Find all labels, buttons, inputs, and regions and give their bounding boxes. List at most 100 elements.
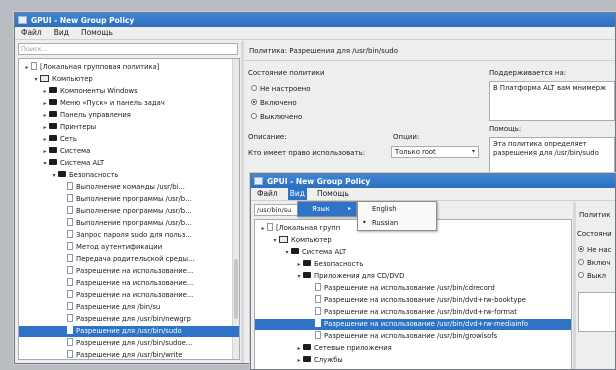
expand-right-icon[interactable]: ▸: [41, 146, 49, 157]
tree-row[interactable]: Разрешение на использование /usr/bin/dvd…: [255, 307, 571, 318]
radio-enabled[interactable]: [578, 259, 584, 265]
expand-down-icon[interactable]: ▾: [295, 271, 303, 282]
expand-right-icon[interactable]: ▸: [259, 223, 267, 234]
tree-row-label: Компьютер: [291, 236, 332, 244]
back-policy-tree[interactable]: ▸ [Локальная групповая политика] ▾ Компьюте…: [18, 58, 240, 360]
menu-view[interactable]: Вид: [52, 27, 71, 39]
back-state-not-configured[interactable]: Не настроено: [251, 85, 310, 93]
tree-row[interactable]: Разрешение на использование...: [19, 290, 239, 301]
tree-row[interactable]: ▾ Приложения для CD/DVD: [255, 271, 571, 282]
tree-row-label: Сетевые приложения: [314, 344, 392, 352]
expand-down-icon[interactable]: ▾: [41, 158, 49, 169]
expand-right-icon[interactable]: ▸: [41, 98, 49, 109]
tree-row[interactable]: ▾ Безопасность: [19, 170, 239, 181]
tree-row[interactable]: ▸ Компоненты Windows: [19, 86, 239, 97]
expand-right-icon[interactable]: ▸: [295, 355, 303, 366]
tree-row[interactable]: ▸ Меню «Пуск» и панель задач: [19, 98, 239, 109]
radio-not-configured[interactable]: [251, 85, 257, 91]
tree-row[interactable]: ▸ Сетевые приложения: [255, 343, 571, 354]
tree-row[interactable]: ▸ Принтеры: [19, 122, 239, 133]
menu-file[interactable]: Файл: [19, 27, 44, 39]
menu-file[interactable]: Файл: [255, 188, 280, 200]
tree-row[interactable]: Разрешение на использование...: [19, 278, 239, 289]
tree-row[interactable]: Разрешение на использование /usr/bin/gro…: [255, 331, 571, 342]
back-splitter[interactable]: [241, 41, 244, 363]
back-option-combo[interactable]: Только root ▾: [391, 146, 479, 158]
language-item-russian[interactable]: • Russian: [358, 216, 436, 230]
back-state-disabled[interactable]: Выключено: [251, 113, 302, 121]
tree-row-label: Компоненты Windows: [60, 87, 138, 95]
tree-row-label: Разрешение для /usr/bin/sudo: [76, 327, 182, 335]
tree-row[interactable]: Выполнение программы /usr/b...: [19, 206, 239, 217]
expand-right-icon[interactable]: ▸: [295, 343, 303, 354]
menu-help[interactable]: Помощь: [79, 27, 115, 39]
tree-row[interactable]: Разрешение для /usr/bin/write: [19, 350, 239, 359]
menu-view[interactable]: Вид: [287, 188, 307, 200]
expand-right-icon[interactable]: ▸: [41, 134, 49, 145]
expand-right-icon[interactable]: ▸: [23, 62, 31, 73]
policy-document-icon: [315, 307, 321, 315]
tree-row[interactable]: Выполнение программы /usr/b...: [19, 194, 239, 205]
menu-help[interactable]: Помощь: [315, 188, 351, 200]
tree-row[interactable]: Метод аутентификации: [19, 242, 239, 253]
back-window-titlebar[interactable]: GPUI - New Group Policy: [15, 13, 615, 27]
expand-down-icon[interactable]: ▾: [32, 74, 40, 85]
tree-row-label: Система ALT: [302, 248, 347, 256]
tree-row-label: Принтеры: [60, 123, 97, 131]
expand-right-icon[interactable]: ▸: [41, 122, 49, 133]
tree-row[interactable]: ▾ Компьютер: [19, 74, 239, 85]
expand-down-icon[interactable]: ▾: [283, 247, 291, 258]
front-window-titlebar[interactable]: GPUI - New Group Policy: [251, 174, 615, 188]
front-state-enabled[interactable]: Включ: [578, 259, 611, 267]
expand-down-icon[interactable]: ▾: [271, 235, 279, 246]
tree-row-selected[interactable]: Разрешение для /usr/bin/sudo: [19, 326, 239, 337]
tree-row[interactable]: Разрешение на использование /usr/bin/dvd…: [255, 295, 571, 306]
front-state-not-configured[interactable]: Не нас: [578, 246, 612, 254]
folder-icon: [303, 272, 311, 278]
language-item-english[interactable]: English: [358, 202, 436, 216]
radio-enabled[interactable]: [251, 99, 257, 105]
expand-right-icon[interactable]: ▸: [41, 110, 49, 121]
tree-row[interactable]: ▸ Безопасность: [255, 259, 571, 270]
tree-row[interactable]: ▸ Службы: [255, 355, 571, 366]
tree-row[interactable]: ▾ Система ALT: [19, 158, 239, 169]
tree-row[interactable]: ▸ Сеть: [19, 134, 239, 145]
front-policy-tree[interactable]: ▸ [Локальная групп ▾ Компьютер ▾ Система ALT ▸…: [254, 219, 572, 369]
front-splitter[interactable]: [573, 202, 576, 369]
tree-row-label: Разрешение на использование...: [76, 279, 194, 287]
tree-row[interactable]: Разрешение для /bin/su: [19, 302, 239, 313]
tree-row[interactable]: ▸ Система: [19, 146, 239, 157]
back-state-label: Состояние политики: [248, 69, 325, 77]
policy-document-icon: [267, 223, 273, 231]
expand-right-icon[interactable]: ▸: [41, 86, 49, 97]
tree-row-label: Система: [60, 147, 91, 155]
tree-row[interactable]: Выполнение команды /usr/bi...: [19, 182, 239, 193]
back-state-enabled[interactable]: Включено: [251, 99, 297, 107]
expand-right-icon[interactable]: ▸: [295, 259, 303, 270]
tree-row-label: [Локальная групп: [276, 224, 341, 232]
view-menu-item-language[interactable]: Язык ▸: [298, 202, 356, 216]
tree-row[interactable]: ▾ Система ALT: [255, 247, 571, 258]
back-help-box: Эта политика определяет разрешения для /…: [489, 137, 615, 177]
radio-disabled[interactable]: [251, 113, 257, 119]
tree-row[interactable]: Передача родительской среды...: [19, 254, 239, 265]
radio-not-configured[interactable]: [578, 246, 584, 252]
tree-row[interactable]: ▸ [Локальная групповая политика]: [19, 62, 239, 73]
tree-row-label: Службы: [314, 356, 343, 364]
back-filter-input[interactable]: Поиск...: [18, 43, 238, 55]
radio-disabled[interactable]: [578, 272, 584, 278]
tree-row[interactable]: Разрешение на использование...: [19, 266, 239, 277]
tree-row[interactable]: ▾ Компьютер: [255, 235, 571, 246]
folder-icon: [303, 260, 311, 266]
tree-row-selected[interactable]: Разрешение на использование /usr/bin/dvd…: [255, 319, 571, 330]
tree-row[interactable]: Разрешение на использование /usr/bin/cdr…: [255, 283, 571, 294]
tree-row[interactable]: Выполнение программы /usr/b...: [19, 218, 239, 229]
tree-row[interactable]: Разрешение для /usr/bin/newgrp: [19, 314, 239, 325]
tree-row[interactable]: Запрос пароля sudo для польз...: [19, 230, 239, 241]
policy-document-icon: [67, 242, 73, 250]
front-state-disabled[interactable]: Выкл: [578, 272, 606, 280]
chevron-right-icon: ▸: [347, 205, 351, 212]
tree-row[interactable]: Разрешение для /usr/bin/sudoe...: [19, 338, 239, 349]
expand-down-icon[interactable]: ▾: [50, 170, 58, 181]
tree-row[interactable]: ▸ Панель управления: [19, 110, 239, 121]
